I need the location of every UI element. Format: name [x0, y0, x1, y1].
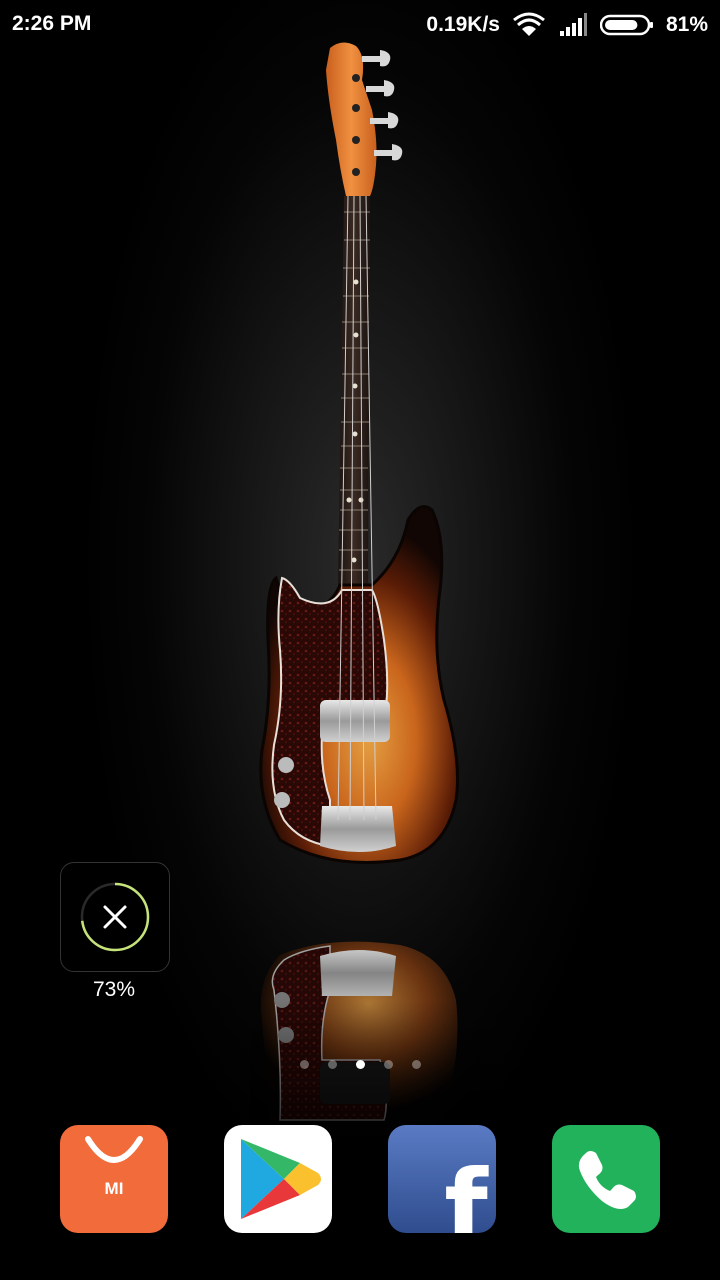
wallpaper-guitar-image: [250, 42, 520, 1180]
play-store-app-button[interactable]: [224, 1125, 332, 1233]
page-dot[interactable]: [355, 1060, 365, 1069]
page-dot[interactable]: [327, 1060, 337, 1069]
status-bar: 2:26 PM 0.19K/s 81%: [0, 0, 720, 50]
mi-store-app-button[interactable]: MI: [60, 1125, 168, 1233]
wifi-icon: [513, 12, 545, 36]
close-icon: [103, 905, 127, 929]
cleaner-progress-ring: [80, 882, 150, 952]
cleaner-widget-label: 73%: [92, 978, 136, 1001]
facebook-text: f: [444, 1148, 489, 1233]
facebook-icon: f: [388, 1125, 496, 1233]
battery-percent: 81%: [665, 13, 708, 36]
page-indicator: [0, 1060, 720, 1069]
play-store-icon: [224, 1125, 332, 1233]
facebook-app-button[interactable]: f: [388, 1125, 496, 1233]
signal-icon: [559, 13, 587, 36]
cleaner-widget-button[interactable]: [60, 862, 170, 972]
home-screen: 2:26 PM 0.19K/s 81% 73% MI f: [0, 0, 720, 1280]
mi-store-text: MI: [105, 1179, 124, 1198]
status-icons: 0.19K/s 81%: [426, 12, 708, 38]
page-dot[interactable]: [411, 1060, 421, 1069]
battery-icon: [599, 14, 653, 36]
phone-icon: [552, 1125, 660, 1233]
page-dot[interactable]: [299, 1060, 309, 1069]
page-dot[interactable]: [383, 1060, 393, 1069]
dock: MI f: [0, 1125, 720, 1233]
status-time: 2:26 PM: [12, 12, 92, 35]
mi-store-icon: MI: [60, 1125, 168, 1233]
phone-app-button[interactable]: [552, 1125, 660, 1233]
network-speed: 0.19K/s: [426, 13, 500, 36]
